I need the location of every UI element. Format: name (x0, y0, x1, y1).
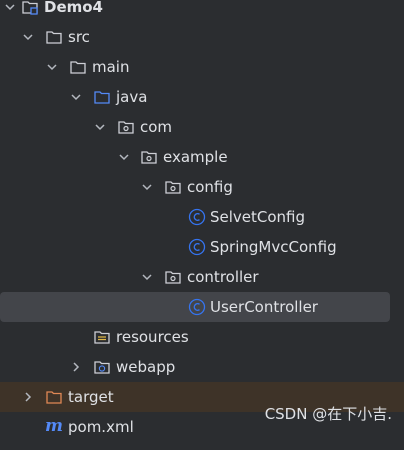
tree-item-selvetconfig[interactable]: SelvetConfig (0, 202, 404, 232)
tree-item-usercontroller[interactable]: UserController (0, 292, 390, 322)
folder-icon (46, 31, 62, 44)
tree-item-config[interactable]: config (0, 172, 404, 202)
package-icon (118, 121, 134, 134)
folder-icon (70, 61, 86, 74)
tree-item-label: example (163, 148, 228, 166)
chevron-down-icon[interactable] (21, 30, 35, 44)
chevron-down-icon[interactable] (140, 180, 154, 194)
tree-item-label: config (187, 178, 233, 196)
tree-item-controller[interactable]: controller (0, 262, 404, 292)
tree-item-java[interactable]: java (0, 82, 404, 112)
chevron-down-icon[interactable] (140, 270, 154, 284)
package-icon (165, 181, 181, 194)
excluded-folder-icon (46, 391, 62, 404)
chevron-down-icon[interactable] (93, 120, 107, 134)
package-icon (165, 271, 181, 284)
project-tree: Demo4 src main java com example config S… (0, 0, 404, 450)
web-folder-icon (94, 361, 110, 374)
tree-item-demo4[interactable]: Demo4 (0, 0, 404, 22)
tree-item-label: pom.xml (68, 418, 134, 436)
tree-item-label: main (92, 58, 130, 76)
tree-item-label: resources (116, 328, 189, 346)
tree-item-label: Demo4 (44, 0, 103, 16)
chevron-down-icon[interactable] (117, 150, 131, 164)
tree-item-example[interactable]: example (0, 142, 404, 172)
chevron-down-icon[interactable] (3, 0, 17, 14)
tree-item-label: UserController (210, 298, 318, 316)
java-class-icon (188, 208, 206, 226)
tree-item-label: webapp (116, 358, 176, 376)
tree-item-label: controller (187, 268, 259, 286)
tree-item-label: src (68, 28, 90, 46)
tree-item-src[interactable]: src (0, 22, 404, 52)
package-icon (141, 151, 157, 164)
maven-icon: m (45, 416, 63, 436)
tree-item-label: java (116, 88, 148, 106)
watermark: CSDN @在下小吉. (264, 405, 392, 423)
tree-item-resources[interactable]: resources (0, 322, 404, 352)
source-root-folder-icon (94, 91, 110, 104)
tree-item-webapp[interactable]: webapp (0, 352, 404, 382)
resources-folder-icon (94, 331, 110, 344)
java-class-icon (188, 298, 206, 316)
chevron-right-icon[interactable] (69, 360, 83, 374)
tree-item-label: com (140, 118, 173, 136)
tree-item-label: target (68, 388, 114, 406)
tree-item-com[interactable]: com (0, 112, 404, 142)
chevron-down-icon[interactable] (69, 90, 83, 104)
tree-item-main[interactable]: main (0, 52, 404, 82)
tree-item-label: SelvetConfig (210, 208, 306, 226)
chevron-right-icon[interactable] (21, 390, 35, 404)
java-class-icon (188, 238, 206, 256)
module-folder-icon (22, 1, 38, 15)
tree-item-springmvcconfig[interactable]: SpringMvcConfig (0, 232, 404, 262)
chevron-down-icon[interactable] (45, 60, 59, 74)
tree-item-label: SpringMvcConfig (210, 238, 337, 256)
